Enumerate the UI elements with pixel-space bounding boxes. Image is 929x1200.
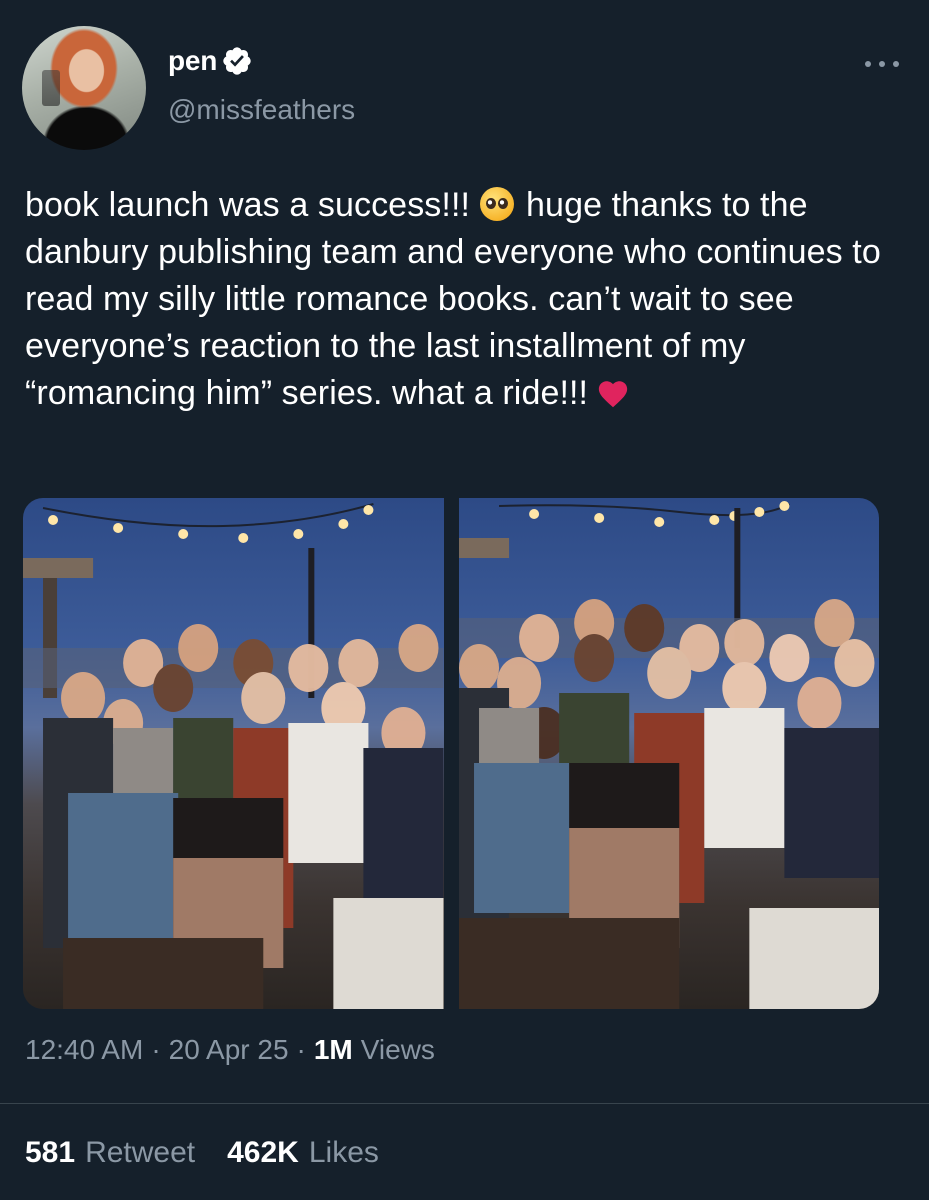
verified-badge-icon (223, 47, 251, 75)
tweet-date[interactable]: 20 Apr 25 (169, 1034, 289, 1066)
meta-separator: · (296, 1034, 306, 1065)
more-options-icon[interactable] (865, 54, 899, 74)
media-grid (23, 498, 879, 1009)
photo-1[interactable] (23, 498, 444, 1009)
photo-1-scene (23, 503, 444, 1009)
more-dot (893, 61, 899, 67)
photo-2-scene (458, 501, 879, 1009)
tweet-header: pen @missfeathers (22, 26, 907, 150)
retweets-count[interactable]: 581 (25, 1136, 75, 1170)
retweets-label[interactable]: Retweet (85, 1136, 195, 1170)
tweet-text-part1: book launch was a success!!! (25, 186, 471, 224)
red-heart-emoji-icon (598, 381, 628, 408)
more-dot (879, 61, 885, 67)
photo-2[interactable] (458, 498, 879, 1009)
tweet-meta: 12:40 AM · 20 Apr 25 · 1M Views (25, 1034, 435, 1066)
author-handle[interactable]: @missfeathers (168, 94, 355, 126)
views-count: 1M (313, 1034, 353, 1065)
avatar[interactable] (22, 26, 146, 150)
tweet-time[interactable]: 12:40 AM (25, 1034, 143, 1066)
more-dot (865, 61, 871, 67)
likes-label[interactable]: Likes (309, 1136, 379, 1170)
meta-separator: · (151, 1034, 161, 1065)
likes-count[interactable]: 462K (227, 1136, 299, 1170)
display-name[interactable]: pen (168, 45, 217, 77)
tweet-text: book launch was a success!!! huge thanks … (25, 182, 905, 417)
views-label: Views (360, 1034, 435, 1065)
divider (0, 1103, 929, 1104)
author-name-row[interactable]: pen (168, 44, 253, 78)
pleading-face-emoji-icon (480, 187, 515, 221)
tweet-stats: 581 Retweet 462K Likes (25, 1136, 411, 1170)
